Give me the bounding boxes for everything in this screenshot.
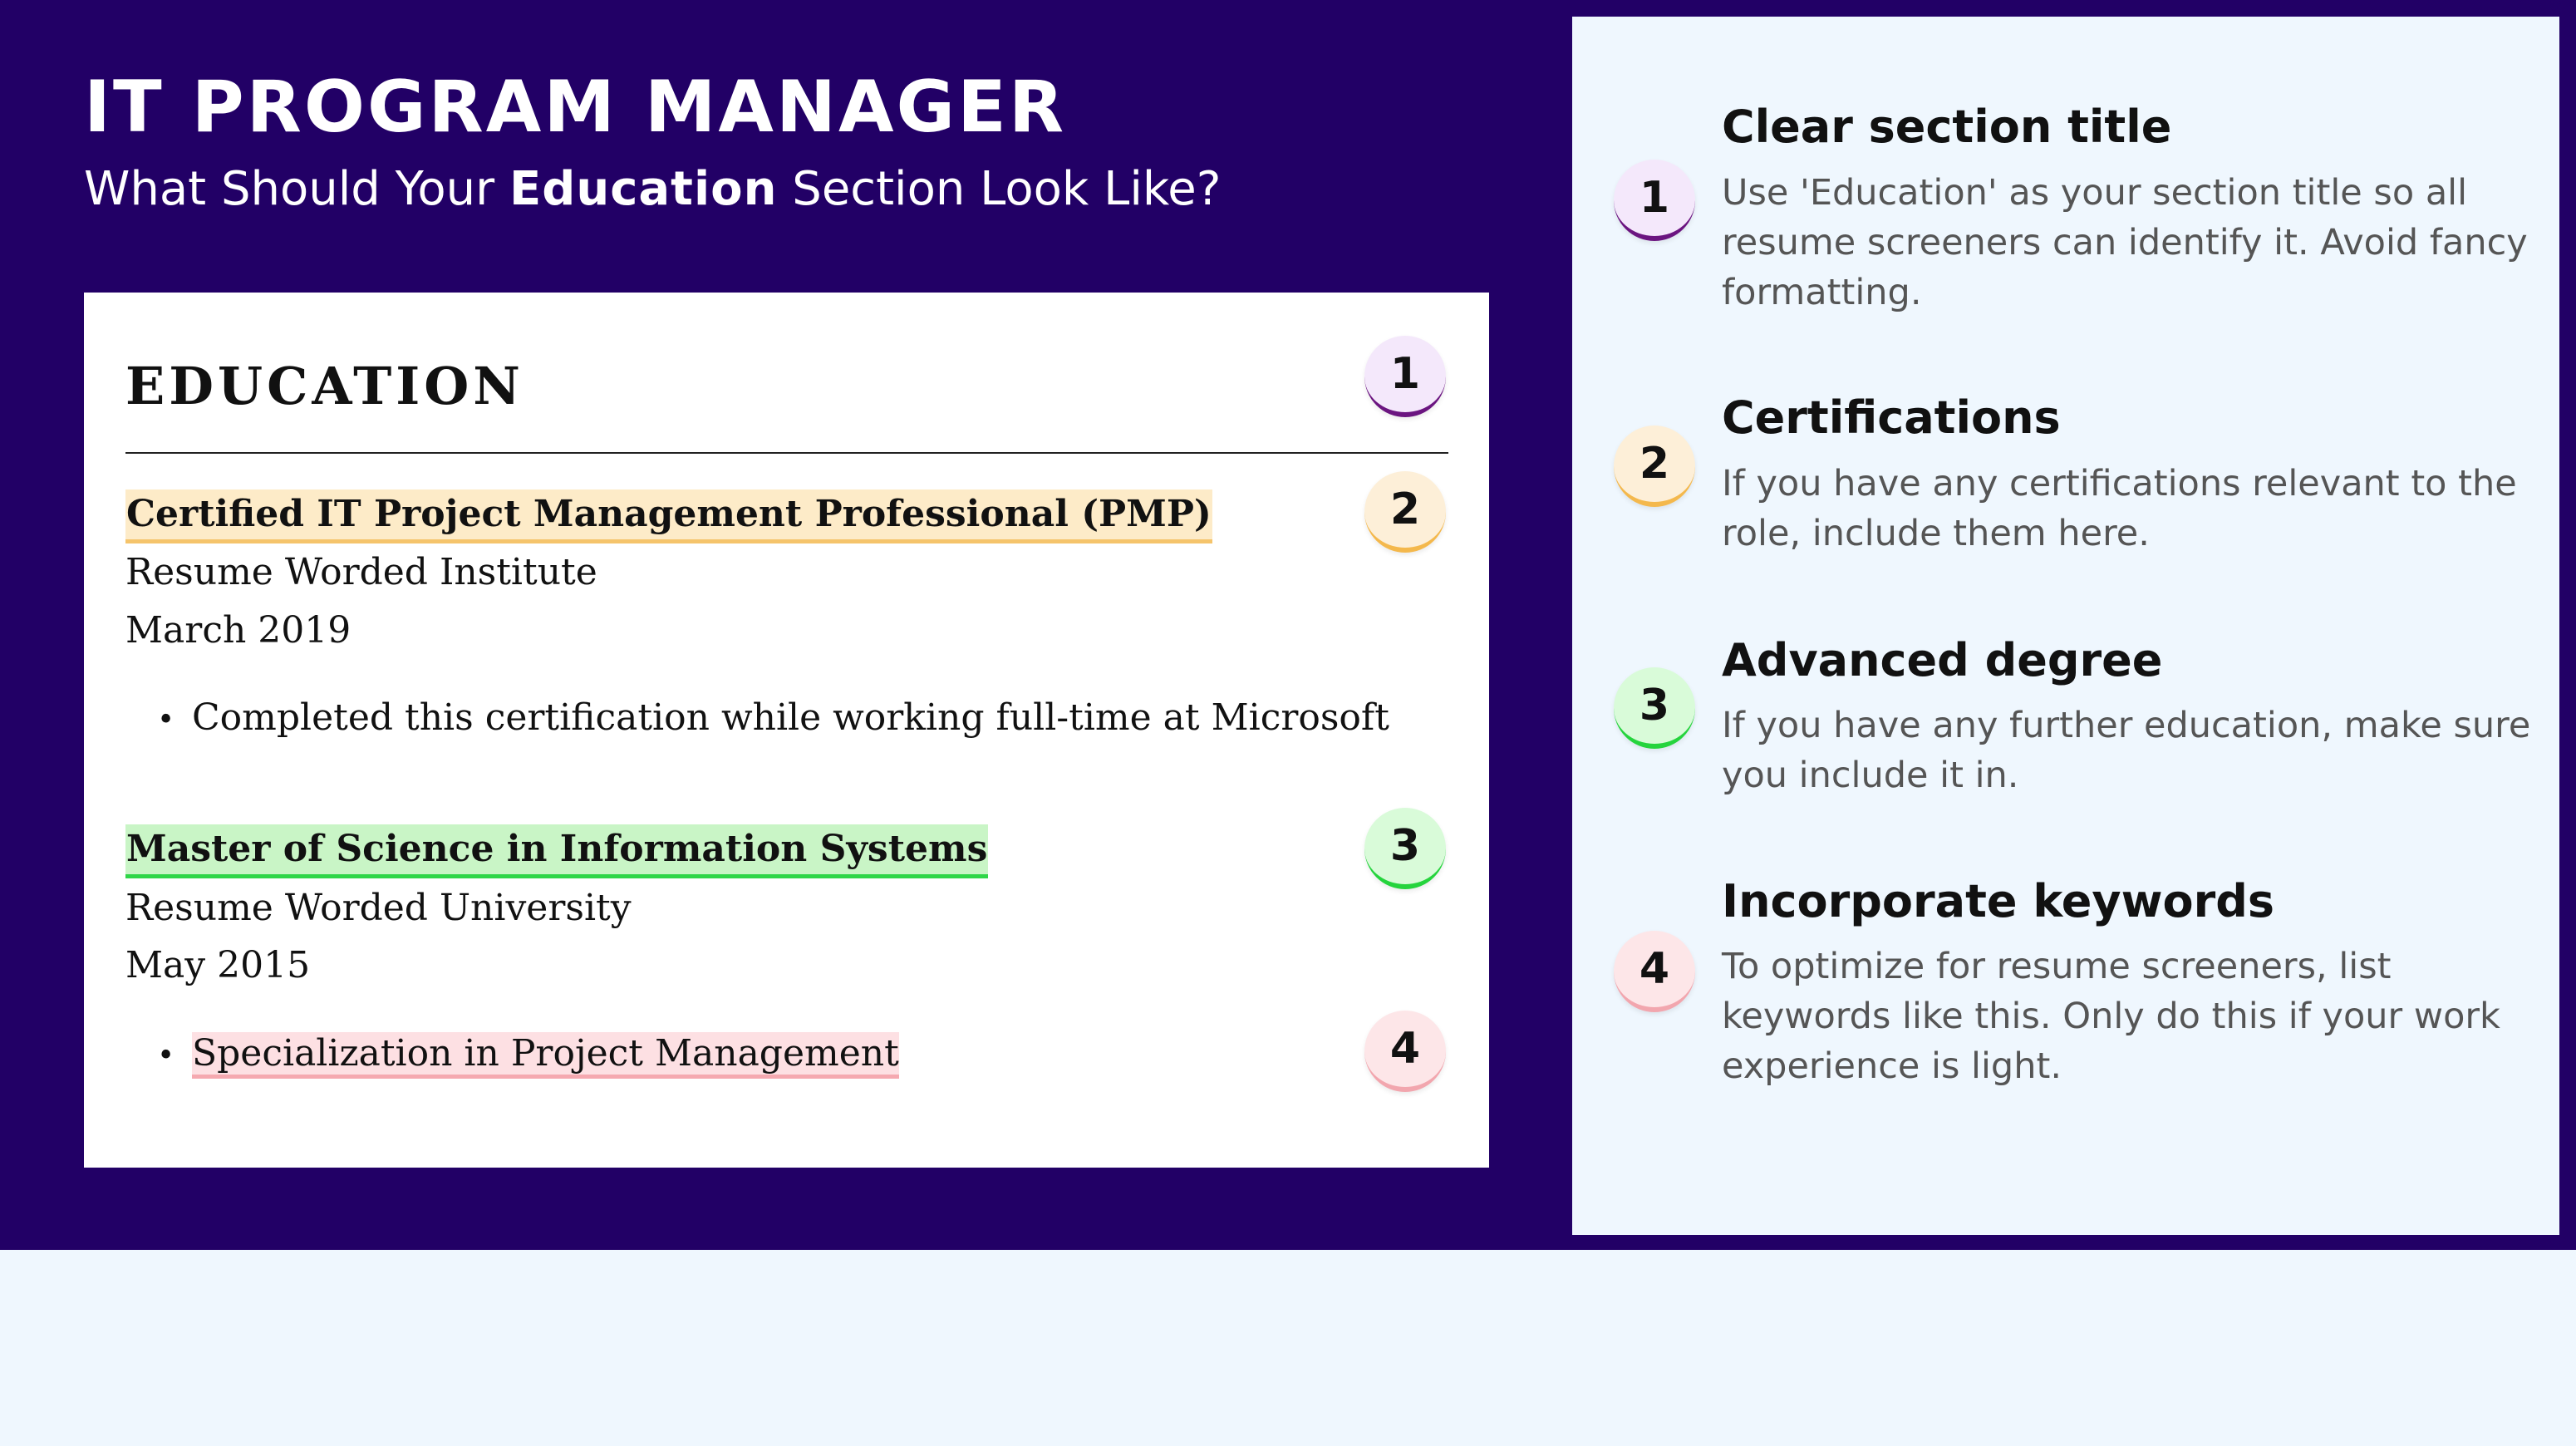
education-heading: EDUCATION bbox=[125, 356, 524, 416]
subtitle-emphasis: Education bbox=[509, 162, 778, 216]
entry-bullet: • Specialization in Project Management bbox=[157, 1029, 899, 1081]
tip-title: Clear section title bbox=[1722, 101, 2172, 153]
bullet-dot: • bbox=[157, 703, 175, 737]
badge-4: 4 bbox=[1364, 1011, 1446, 1092]
tip-body: If you have any further education, make … bbox=[1722, 705, 2531, 796]
badge-1: 1 bbox=[1364, 336, 1446, 417]
tip-title: Incorporate keywords bbox=[1722, 875, 2275, 927]
tip-badge-4: 4 bbox=[1614, 931, 1695, 1012]
badge-2: 2 bbox=[1364, 471, 1446, 553]
entry-title-certification: Certified IT Project Management Professi… bbox=[125, 489, 1212, 543]
tip-body: Use 'Education' as your section title so… bbox=[1722, 172, 2528, 313]
entry-institution: Resume Worded Institute bbox=[125, 551, 597, 593]
badge-3: 3 bbox=[1364, 808, 1446, 889]
tip-badge-2: 2 bbox=[1614, 425, 1695, 507]
entry-title-degree: Master of Science in Information Systems bbox=[125, 824, 989, 878]
keywords-text: Specialization in Project Management bbox=[192, 1032, 899, 1079]
tip-badge-1: 1 bbox=[1614, 160, 1695, 241]
tip-title: Advanced degree bbox=[1722, 634, 2163, 686]
tip-body: To optimize for resume screeners, list k… bbox=[1722, 946, 2500, 1087]
entry-date: March 2019 bbox=[125, 609, 351, 652]
entry-bullet: • Completed this certification while work… bbox=[157, 693, 1389, 745]
bullet-text: Completed this certification while worki… bbox=[192, 696, 1389, 739]
entry-date: May 2015 bbox=[125, 944, 311, 986]
tip-title: Certifications bbox=[1722, 391, 2061, 444]
subtitle-end: Section Look Like? bbox=[777, 162, 1222, 216]
page-title: IT PROGRAM MANAGER bbox=[84, 66, 1067, 149]
page-subtitle: What Should Your Education Section Look … bbox=[84, 166, 1221, 213]
tip-badge-3: 3 bbox=[1614, 667, 1695, 749]
section-divider bbox=[125, 452, 1448, 454]
tip-body: If you have any certifications relevant … bbox=[1722, 463, 2517, 554]
tips-panel: 1 Clear section title Use 'Education' as… bbox=[1572, 17, 2559, 1235]
entry-institution: Resume Worded University bbox=[125, 887, 632, 929]
subtitle-start: What Should Your bbox=[84, 162, 509, 216]
resume-sample-card: EDUCATION 1 Certified IT Project Managem… bbox=[84, 293, 1489, 1168]
bullet-dot: • bbox=[157, 1039, 175, 1073]
